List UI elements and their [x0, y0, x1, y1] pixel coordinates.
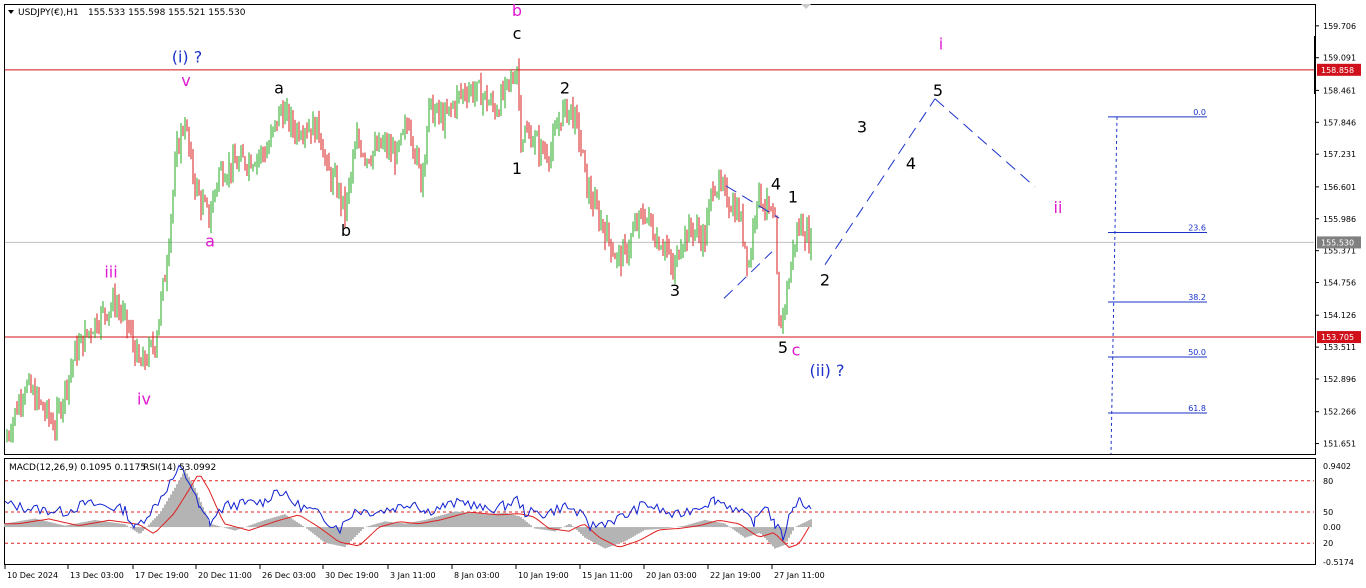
indicator-axis: 0.9402 80 50 0.00 20 -0.5174	[1323, 462, 1354, 567]
wave-label: 3	[670, 281, 680, 300]
time-tick-label: 10 Jan 19:00	[518, 571, 569, 580]
wave-label: 5	[778, 338, 788, 357]
wave-label: (ii) ?	[810, 361, 845, 380]
price-tag-label: 158.858	[1321, 66, 1354, 75]
wave-label: 4	[906, 154, 916, 173]
price-tick-label: 153.511	[1323, 343, 1356, 352]
price-tick-label: 156.601	[1323, 183, 1356, 192]
wave-label: 3	[857, 117, 867, 136]
price-tick-label: 152.896	[1323, 375, 1356, 384]
chart-canvas: 0.023.638.250.061.8 (i) ?v aabbc2134125 c(…	[4, 1, 1361, 580]
price-tag-label: 155.530	[1321, 238, 1354, 247]
time-tick-label: 27 Jan 11:00	[774, 571, 825, 580]
wave-label: 1	[788, 187, 798, 206]
price-tags: 158.858 155.530 153.705	[1317, 63, 1361, 344]
price-tick-label: 157.846	[1323, 118, 1356, 127]
wave-label: b	[341, 221, 351, 240]
price-tick-label: 155.986	[1323, 215, 1356, 224]
fib-level-label: 23.6	[1188, 224, 1206, 233]
wave-label: b	[512, 1, 522, 20]
indicator-tick-label: 50	[1323, 508, 1333, 517]
ohlc-values: 155.533 155.598 155.521 155.530	[88, 8, 246, 18]
wave-label: v	[181, 71, 190, 90]
symbol-label: USDJPY(€),H1	[18, 8, 79, 18]
time-tick-label: 3 Jan 11:00	[390, 571, 436, 580]
time-tick-label: 20 Dec 11:00	[198, 571, 252, 580]
price-tick-label: 151.651	[1323, 440, 1356, 449]
wave-label: iii	[104, 263, 117, 282]
time-tick-label: 20 Jan 03:00	[646, 571, 697, 580]
time-tick-label: 8 Jan 03:00	[454, 571, 500, 580]
time-tick-label: 26 Dec 03:00	[262, 571, 316, 580]
main-chart-frame	[4, 4, 1316, 455]
fib-level-label: 38.2	[1188, 293, 1206, 302]
time-tick-label: 22 Jan 19:00	[710, 571, 761, 580]
time-tick-label: 15 Jan 11:00	[582, 571, 633, 580]
time-axis: 10 Dec 2024 13 Dec 03:00 17 Dec 19:00 20 De…	[4, 565, 825, 580]
wave-label: 5	[933, 81, 943, 100]
wave-label: a	[274, 79, 284, 98]
indicator-tick-label: -0.5174	[1323, 558, 1354, 567]
time-tick-label: 17 Dec 19:00	[135, 571, 189, 580]
fib-level-label: 0.0	[1193, 108, 1206, 117]
scale-bar	[1314, 36, 1316, 94]
fib-level-label: 61.8	[1188, 404, 1206, 413]
price-axis: 159.706 159.091 158.461 157.846 157.231 156.6…	[1314, 22, 1356, 449]
price-tick-label: 159.706	[1323, 22, 1356, 31]
wave-label: 2	[560, 79, 570, 98]
wave-label: c	[792, 340, 801, 359]
macd-label: MACD(12,26,9) 0.1095 0.1175	[9, 463, 146, 473]
price-tick-label: 159.091	[1323, 54, 1356, 63]
wave-label: a	[205, 232, 215, 251]
wave-label: 2	[820, 270, 830, 289]
price-tick-label: 158.461	[1323, 86, 1356, 95]
indicator-tick-label: 0.00	[1323, 523, 1341, 532]
price-tick-label: 154.126	[1323, 311, 1356, 320]
price-tick-label: 154.756	[1323, 279, 1356, 288]
indicator-tick-label: 20	[1323, 539, 1333, 548]
time-tick-label: 13 Dec 03:00	[70, 571, 124, 580]
wave-label: 1	[512, 159, 522, 178]
price-tick-label: 157.231	[1323, 150, 1356, 159]
wave-label: i	[939, 34, 943, 53]
price-tick-label: 152.266	[1323, 408, 1356, 417]
price-tag-label: 153.705	[1321, 333, 1354, 342]
fib-level-label: 50.0	[1188, 348, 1206, 357]
time-tick-label: 30 Dec 19:00	[325, 571, 379, 580]
wave-label: (i) ?	[172, 47, 203, 66]
wave-label: ii	[1054, 198, 1063, 217]
rsi-label: RSI(14) 53.0992	[143, 463, 216, 473]
indicator-tick-label: 80	[1323, 477, 1333, 486]
time-tick-label: 10 Dec 2024	[7, 571, 58, 580]
indicator-tick-label: 0.9402	[1323, 462, 1351, 471]
wave-label: c	[513, 24, 522, 43]
wave-label: iv	[137, 390, 151, 409]
wave-label: 4	[771, 175, 781, 194]
